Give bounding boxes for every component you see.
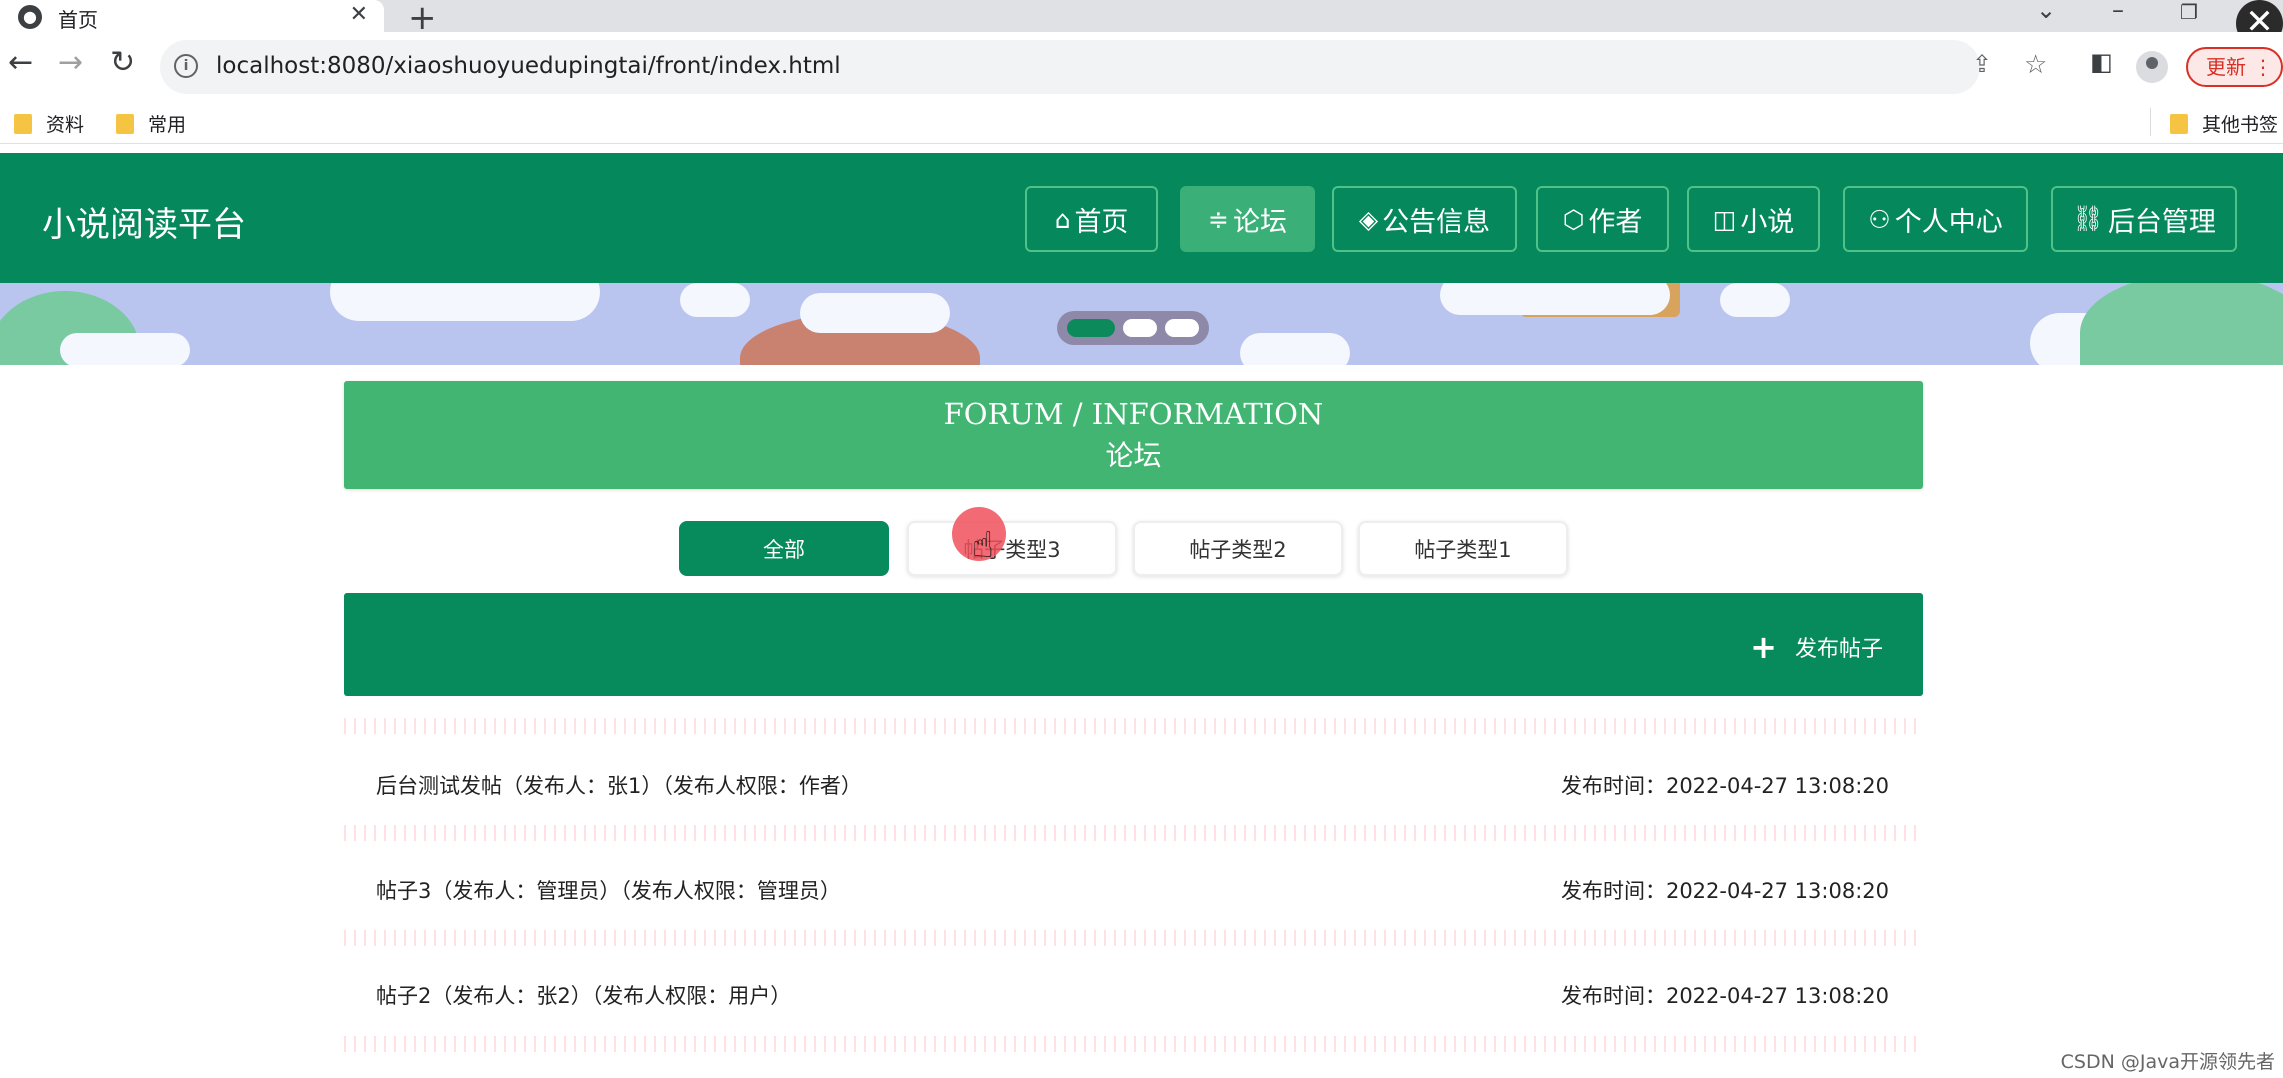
close-tab-icon[interactable]: ✕ — [350, 2, 368, 27]
bookmark-label: 其他书签 — [2202, 114, 2279, 136]
banner-decoration — [1720, 283, 1790, 317]
side-panel-icon[interactable]: ◧ — [2090, 50, 2113, 74]
back-icon[interactable]: ← — [8, 48, 33, 78]
banner-decoration — [1240, 333, 1350, 365]
filter-all[interactable]: 全部 — [679, 521, 889, 576]
browser-tab[interactable]: ● 首页 ✕ — [0, 0, 384, 32]
forum-heading-en: FORUM / INFORMATION — [943, 397, 1324, 431]
menu-dots-icon: ⋮ — [2253, 55, 2273, 79]
layers-icon: ◈ — [1358, 204, 1379, 234]
restore-icon[interactable]: ❐ — [2180, 0, 2198, 24]
bookmark-folder-other[interactable]: 其他书签 — [2170, 110, 2278, 137]
site-title[interactable]: 小说阅读平台 — [42, 197, 246, 246]
filter-type1[interactable]: 帖子类型1 — [1358, 521, 1568, 576]
carousel-indicator — [1057, 311, 1209, 345]
nav-forum[interactable]: ≑ 论坛 — [1180, 186, 1315, 252]
banner-decoration — [800, 293, 950, 333]
banner-carousel[interactable] — [0, 283, 2283, 365]
minimize-icon[interactable]: – — [2112, 0, 2124, 24]
post-time: 发布时间：2022-04-27 13:08:20 — [1560, 879, 1889, 903]
watermark: CSDN @Java开源领先者 — [2060, 1051, 2275, 1073]
banner-decoration — [1440, 283, 1670, 315]
nav-label: 小说 — [1740, 206, 1795, 238]
sliders-icon: ≑ — [1208, 204, 1229, 234]
list-item[interactable]: 帖子3（发布人：管理员）（发布人权限：管理员） 发布时间：2022-04-27 … — [344, 859, 1923, 919]
star-icon[interactable]: ☆ — [2024, 50, 2047, 80]
globe-icon: ● — [18, 5, 42, 29]
list-item[interactable]: 后台测试发帖（发布人：张1）（发布人权限：作者） 发布时间：2022-04-27… — [344, 754, 1923, 814]
nav-label: 作者 — [1588, 206, 1643, 238]
post-title[interactable]: 帖子2（发布人：张2）（发布人权限：用户） — [376, 980, 791, 1010]
filter-type3[interactable]: 帖子类型3 — [907, 521, 1117, 576]
browser-tab-bar: ● 首页 ✕ + ⌄ – ❐ — [0, 0, 2283, 38]
update-button[interactable]: 更新 ⋮ — [2186, 47, 2283, 87]
tab-search-icon[interactable]: ⌄ — [2036, 0, 2056, 24]
bookmark-label: 资料 — [46, 114, 85, 136]
publish-post-button[interactable]: + 发布帖子 — [1750, 631, 1883, 663]
bookmarks-bar: 资料 常用 其他书签 — [0, 102, 2283, 144]
link-icon: ⛓ — [2072, 204, 2104, 233]
nav-label: 后台管理 — [2107, 206, 2216, 238]
carousel-dot-active[interactable] — [1067, 319, 1115, 337]
post-title[interactable]: 后台测试发帖（发布人：张1）（发布人权限：作者） — [376, 770, 862, 800]
bookmark-folder-changyong[interactable]: 常用 — [116, 110, 186, 137]
nav-label: 论坛 — [1232, 206, 1287, 238]
nav-novels[interactable]: ◫ 小说 — [1687, 186, 1820, 252]
banner-decoration — [680, 283, 750, 317]
site-header: 小说阅读平台 ⌂ 首页 ≑ 论坛 ◈ 公告信息 ⬡ 作者 ◫ 小说 ⚇ 个人中心… — [0, 153, 2283, 283]
filter-type2[interactable]: 帖子类型2 — [1133, 521, 1343, 576]
plus-icon: + — [1750, 628, 1777, 666]
bookmark-label: 常用 — [148, 114, 187, 136]
info-icon[interactable]: i — [174, 54, 198, 78]
url-bar[interactable]: i localhost:8080/xiaoshuoyuedupingtai/fr… — [160, 40, 2047, 94]
reload-icon[interactable]: ↻ — [110, 48, 135, 78]
forum-heading-cn: 论坛 — [1105, 439, 1162, 472]
nav-label: 公告信息 — [1382, 206, 1491, 238]
list-divider — [344, 825, 1923, 841]
update-label: 更新 — [2206, 55, 2246, 79]
hand-cursor-icon: ☝ — [972, 525, 994, 566]
tab-title: 首页 — [58, 8, 98, 32]
forward-icon[interactable]: → — [58, 48, 83, 78]
cube-icon: ⬡ — [1562, 204, 1585, 234]
address-toolbar: ← → ↻ i localhost:8080/xiaoshuoyueduping… — [0, 32, 2283, 102]
nav-label: 首页 — [1074, 206, 1129, 238]
nav-home[interactable]: ⌂ 首页 — [1025, 186, 1158, 252]
post-title[interactable]: 帖子3（发布人：管理员）（发布人权限：管理员） — [376, 875, 841, 905]
folder-icon — [2170, 113, 2188, 134]
list-item[interactable]: 帖子2（发布人：张2）（发布人权限：用户） 发布时间：2022-04-27 13… — [344, 964, 1923, 1024]
banner-decoration — [60, 333, 190, 365]
share-icon[interactable]: ⇪ — [1972, 50, 1992, 78]
banner-decoration — [2080, 283, 2283, 365]
bookmark-folder-ziliao[interactable]: 资料 — [14, 110, 84, 137]
post-time: 发布时间：2022-04-27 13:08:20 — [1560, 774, 1889, 798]
publish-post-label: 发布帖子 — [1794, 637, 1883, 662]
post-toolbar: + 发布帖子 — [344, 593, 1923, 696]
nav-label: 个人中心 — [1894, 206, 2003, 238]
nav-admin[interactable]: ⛓ 后台管理 — [2051, 186, 2237, 252]
user-icon: ⚇ — [1868, 204, 1891, 234]
folder-icon — [14, 113, 32, 134]
nav-announcements[interactable]: ◈ 公告信息 — [1332, 186, 1517, 252]
list-divider — [344, 930, 1923, 946]
nav-user-center[interactable]: ⚇ 个人中心 — [1843, 186, 2028, 252]
forum-heading: FORUM / INFORMATION 论坛 — [344, 381, 1923, 489]
nav-authors[interactable]: ⬡ 作者 — [1536, 186, 1669, 252]
book-icon: ◫ — [1712, 204, 1737, 234]
profile-avatar[interactable] — [2136, 51, 2168, 83]
list-divider — [344, 1036, 1923, 1052]
carousel-dot[interactable] — [1123, 319, 1157, 337]
home-icon: ⌂ — [1054, 204, 1071, 234]
bookmark-separator — [2150, 108, 2151, 136]
post-time: 发布时间：2022-04-27 13:08:20 — [1560, 984, 1889, 1008]
banner-decoration — [330, 283, 600, 321]
list-divider — [344, 718, 1923, 734]
carousel-dot[interactable] — [1165, 319, 1199, 337]
url-text[interactable]: localhost:8080/xiaoshuoyuedupingtai/fron… — [216, 53, 841, 79]
folder-icon — [116, 113, 134, 134]
